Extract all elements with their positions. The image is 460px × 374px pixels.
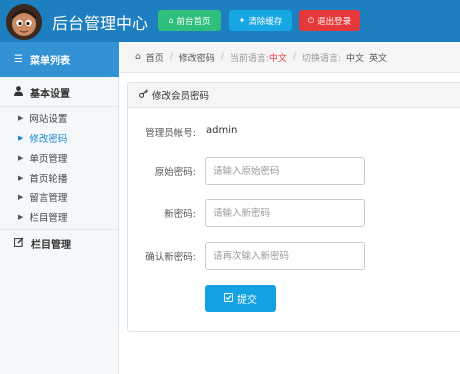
list-icon: ☰ bbox=[14, 54, 23, 65]
edit-icon bbox=[14, 237, 24, 250]
language-option-english[interactable]: 英文 bbox=[369, 51, 387, 64]
logout-button[interactable]: ⏻ 退出登录 bbox=[299, 10, 360, 31]
breadcrumb-home[interactable]: 首页 bbox=[146, 51, 164, 64]
breadcrumb-separator: / bbox=[292, 52, 296, 62]
panel-title: 修改会员密码 bbox=[152, 91, 210, 102]
power-icon: ⏻ bbox=[307, 15, 315, 25]
switch-language-label: 切换语言: bbox=[301, 53, 341, 64]
new-password-label: 新密码: bbox=[164, 209, 196, 220]
breadcrumb-current-page: 修改密码 bbox=[178, 53, 215, 64]
breadcrumb-separator: / bbox=[220, 52, 224, 62]
clear-cache-button[interactable]: ✦ 清除缓存 bbox=[229, 10, 292, 31]
admin-account-value: admin bbox=[206, 125, 238, 136]
home-icon: ⌂ bbox=[168, 16, 174, 25]
breadcrumb-separator: / bbox=[169, 52, 173, 62]
submit-button-label: 提交 bbox=[237, 295, 257, 306]
caret-right-icon: ▶ bbox=[18, 153, 24, 162]
top-header: 后台管理中心 ⌂ 前台首页 ✦ 清除缓存 ⏻ 退出登录 bbox=[0, 0, 460, 42]
user-icon bbox=[14, 86, 23, 99]
sidebar-item-label: 网站设置 bbox=[29, 113, 68, 125]
sidebar-group-basic-settings[interactable]: 基本设置 bbox=[0, 79, 119, 107]
sidebar-item-columns[interactable]: ▶ 栏目管理 bbox=[0, 207, 119, 226]
key-icon bbox=[139, 89, 148, 101]
language-option-chinese[interactable]: 中文 bbox=[346, 51, 364, 64]
sidebar-item-label: 首页轮播 bbox=[29, 173, 68, 185]
confirm-password-input[interactable] bbox=[205, 242, 365, 270]
sidebar-item-label: 单页管理 bbox=[29, 153, 68, 165]
check-square-icon bbox=[224, 292, 233, 305]
sidebar-heading: ☰ 菜单列表 bbox=[0, 42, 119, 77]
sidebar-group-label: 栏目管理 bbox=[31, 240, 71, 251]
current-language-value: 中文 bbox=[268, 53, 287, 64]
app-title: 后台管理中心 bbox=[52, 14, 149, 33]
sidebar-item-label: 修改密码 bbox=[29, 133, 68, 145]
frontpage-button[interactable]: ⌂ 前台首页 bbox=[158, 10, 221, 31]
sidebar: ☰ 菜单列表 基本设置 ▶ 网站设置 ▶ 修改密码 ▶ 单页管理 ▶ 首页轮播 … bbox=[0, 42, 119, 374]
admin-account-label: 管理员帐号: bbox=[145, 128, 196, 139]
sidebar-group-label: 基本设置 bbox=[30, 89, 70, 100]
home-icon: ⌂ bbox=[135, 52, 141, 62]
old-password-label: 原始密码: bbox=[154, 167, 196, 178]
caret-right-icon: ▶ bbox=[18, 192, 24, 201]
breadcrumb: ⌂ 首页 / 修改密码 / 当前语言: 中文 / 切换语言: 中文 英文 bbox=[120, 42, 460, 73]
caret-right-icon: ▶ bbox=[18, 212, 24, 221]
sidebar-item-change-password[interactable]: ▶ 修改密码 bbox=[0, 128, 119, 147]
new-password-input[interactable] bbox=[205, 199, 365, 227]
caret-right-icon: ▶ bbox=[18, 113, 24, 122]
caret-right-icon: ▶ bbox=[18, 173, 24, 182]
panel-heading: 修改会员密码 bbox=[128, 83, 460, 108]
sidebar-item-label: 栏目管理 bbox=[29, 212, 68, 224]
frontpage-button-label: 前台首页 bbox=[176, 16, 211, 27]
sidebar-item-label: 留言管理 bbox=[29, 192, 68, 204]
old-password-input[interactable] bbox=[205, 157, 365, 185]
avatar bbox=[6, 4, 42, 40]
logout-button-label: 退出登录 bbox=[317, 16, 352, 27]
current-language-label: 当前语言: bbox=[229, 53, 269, 64]
sidebar-heading-label: 菜单列表 bbox=[29, 56, 70, 67]
clear-cache-button-label: 清除缓存 bbox=[248, 16, 283, 27]
confirm-password-label: 确认新密码: bbox=[145, 252, 196, 263]
caret-right-icon: ▶ bbox=[18, 133, 24, 142]
sidebar-item-messages[interactable]: ▶ 留言管理 bbox=[0, 187, 119, 206]
wrench-icon: ✦ bbox=[238, 16, 246, 25]
sidebar-item-site-settings[interactable]: ▶ 网站设置 bbox=[0, 108, 119, 127]
sidebar-item-single-page[interactable]: ▶ 单页管理 bbox=[0, 148, 119, 167]
sidebar-group-column-management[interactable]: 栏目管理 bbox=[0, 229, 119, 257]
sidebar-item-homepage-carousel[interactable]: ▶ 首页轮播 bbox=[0, 168, 119, 187]
submit-button[interactable]: 提交 bbox=[205, 285, 276, 312]
